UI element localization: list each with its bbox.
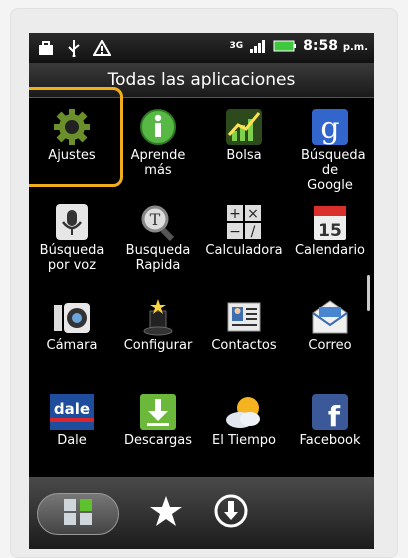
svg-text:−: − (229, 224, 241, 240)
calendar-icon: 15 (310, 202, 350, 242)
app-dale[interactable]: dale Dale (29, 382, 115, 476)
app-aprende-mas[interactable]: Aprende más (115, 97, 201, 191)
gear-icon (52, 107, 92, 147)
app-label: Calendario (294, 243, 366, 258)
app-label: Busqueda Rapida (125, 243, 191, 273)
app-el-tiempo[interactable]: El Tiempo (201, 382, 287, 476)
grid-icon (61, 497, 95, 531)
app-busqueda-google[interactable]: g Búsqueda de Google (287, 97, 373, 193)
app-camara[interactable]: Cámara (29, 287, 115, 381)
app-busqueda-voz[interactable]: Búsqueda por voz (29, 192, 115, 286)
svg-text:+: + (229, 206, 241, 222)
app-calculadora[interactable]: + × − / Calculadora (201, 192, 287, 286)
app-descargas[interactable]: Descargas (115, 382, 201, 476)
app-label: Correo (308, 338, 352, 353)
status-clock: 8:58 p.m. (303, 38, 368, 54)
signal-icon (249, 37, 267, 55)
bottom-dock (29, 477, 374, 549)
dale-logo-icon: dale (50, 392, 94, 432)
svg-text:/: / (251, 224, 256, 240)
favorites-button[interactable] (141, 493, 191, 533)
app-label: Cámara (46, 338, 98, 353)
google-g-icon: g (310, 107, 350, 147)
app-label: Facebook (299, 433, 361, 448)
mail-envelope-icon (310, 297, 350, 337)
bag-icon (37, 39, 55, 57)
weather-icon (224, 392, 264, 432)
all-apps-button[interactable] (37, 493, 119, 535)
scrollbar[interactable] (367, 275, 370, 311)
app-bolsa[interactable]: Bolsa (201, 97, 287, 191)
svg-text:g: g (320, 111, 339, 146)
camera-icon (52, 297, 92, 337)
app-correo[interactable]: Correo (287, 287, 373, 381)
magnifier-icon: T (138, 202, 178, 242)
app-label: Ajustes (48, 148, 96, 163)
calendar-day: 15 (318, 221, 342, 241)
stock-chart-icon (224, 107, 264, 147)
facebook-icon: f (310, 392, 350, 433)
app-label: El Tiempo (212, 433, 276, 448)
app-contactos[interactable]: Contactos (201, 287, 287, 381)
download-circle-icon (213, 493, 249, 533)
downloads-button[interactable] (201, 493, 261, 533)
app-label: Contactos (211, 338, 277, 353)
microphone-icon (52, 202, 92, 242)
app-label: Calculadora (205, 243, 283, 258)
app-calendario[interactable]: 15 Calendario (287, 192, 373, 286)
app-label: Configurar (123, 338, 193, 353)
app-label: Aprende más (130, 148, 186, 178)
app-facebook[interactable]: f Facebook (287, 382, 373, 476)
svg-text:dale: dale (54, 400, 90, 418)
svg-text:×: × (247, 206, 259, 222)
status-bar: 3G 8:58 p.m. (29, 33, 374, 63)
download-icon (138, 392, 178, 432)
app-label: Búsqueda por voz (39, 243, 105, 273)
star-icon (149, 494, 183, 532)
app-label: Dale (57, 433, 87, 448)
app-label: Búsqueda de Google (301, 148, 366, 193)
battery-icon (273, 37, 297, 55)
app-busqueda-rapida[interactable]: T Busqueda Rapida (115, 192, 201, 286)
calculator-icon: + × − / (224, 202, 264, 242)
app-grid: Ajustes Aprende más Bolsa g Búsqueda de … (29, 87, 374, 477)
app-label: Descargas (123, 433, 192, 448)
app-label: Bolsa (226, 148, 262, 163)
network-type: 3G (229, 41, 244, 51)
contacts-card-icon (224, 297, 264, 337)
info-icon (138, 107, 178, 147)
phone-screen: 3G 8:58 p.m. Todas las aplicaciones Ajus… (29, 33, 374, 549)
app-ajustes[interactable]: Ajustes (29, 87, 123, 191)
svg-text:f: f (328, 400, 341, 432)
app-configurar[interactable]: Configurar (115, 287, 201, 381)
magic-hat-icon (138, 297, 178, 337)
warning-icon (93, 39, 111, 57)
svg-text:T: T (150, 210, 161, 229)
usb-icon (65, 39, 83, 57)
